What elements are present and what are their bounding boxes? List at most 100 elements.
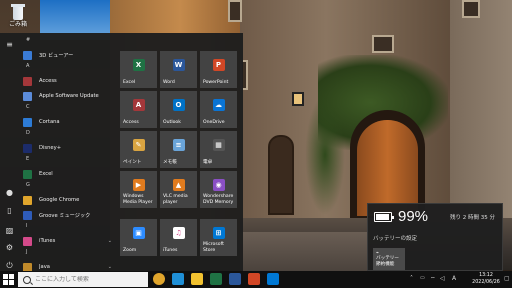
ime-indicator[interactable]: A: [452, 275, 456, 282]
desktop-icon-recycle-bin[interactable]: ごみ箱: [3, 3, 33, 33]
app-list-letter-header[interactable]: A: [26, 63, 29, 69]
app-name: Access: [39, 78, 57, 84]
app-list-letter-header[interactable]: #: [26, 37, 30, 43]
tile-store[interactable]: ⊞ Microsoft Store: [200, 219, 237, 256]
tile-vlc[interactable]: ▲ VLC media player: [160, 171, 197, 208]
word-icon[interactable]: [229, 273, 241, 285]
chevron-up-icon[interactable]: ˄: [410, 275, 413, 282]
wallpaper-vines: [305, 95, 345, 215]
start-menu: ≡ ● ▯ ▨ ⚙ ⏻ #3D ビューアー A Access Apple Software Up…: [0, 33, 243, 271]
start-menu-rail: ≡ ● ▯ ▨ ⚙ ⏻: [0, 33, 19, 271]
tile-calculator[interactable]: ▦ 電卓: [200, 131, 237, 168]
tile-word[interactable]: W Word: [160, 51, 197, 88]
word-icon: W: [172, 59, 185, 71]
settings-icon[interactable]: ⚙: [4, 242, 15, 253]
taskbar-search-box[interactable]: [18, 272, 148, 287]
app-list-item[interactable]: Cortana: [19, 115, 117, 129]
excel-icon[interactable]: [210, 273, 222, 285]
app-icon: [23, 143, 32, 153]
calculator-icon: ▦: [212, 139, 225, 151]
app-list-letter-header[interactable]: D: [26, 130, 30, 136]
app-list-item[interactable]: Groove ミュージック: [19, 208, 117, 222]
app-list-item[interactable]: Apple Software Update: [19, 89, 117, 103]
taskbar-clock[interactable]: 13:12 2022/06/26: [468, 272, 504, 286]
tile-itunes[interactable]: ♫ iTunes: [160, 219, 197, 256]
app-list-letter-header[interactable]: C: [26, 104, 30, 110]
app-list-item[interactable]: iTunes ⌄: [19, 234, 117, 248]
windows-logo-icon-part: [3, 280, 8, 285]
app-icon: [23, 236, 32, 246]
app-list-item[interactable]: Access: [19, 74, 117, 88]
user-icon[interactable]: ●: [4, 187, 15, 198]
tile-paint[interactable]: ✎ ペイント: [120, 131, 157, 168]
onedrive-icon: ☁: [212, 99, 225, 111]
tile-label: ペイント: [123, 159, 142, 165]
clock-date: 2022/06/26: [472, 280, 500, 285]
battery-percent: 99%: [398, 208, 429, 225]
file-explorer-icon[interactable]: [191, 273, 203, 285]
document-icon[interactable]: ▯: [4, 205, 15, 216]
vlc-icon: ▲: [172, 179, 185, 191]
app-list-item[interactable]: Java ⌄: [19, 260, 117, 271]
app-name: iTunes: [39, 238, 56, 244]
store-icon[interactable]: [267, 273, 279, 285]
app-name: Cortana: [39, 119, 60, 125]
notification-icon[interactable]: ▢: [504, 275, 510, 282]
search-icon: [23, 275, 31, 284]
windows-logo-icon-part: [9, 280, 14, 285]
battery-tray-icon[interactable]: ▭: [420, 275, 425, 281]
app-list-letter-header[interactable]: J: [26, 249, 27, 255]
volume-icon[interactable]: ◁: [440, 275, 445, 282]
app-list-item[interactable]: Disney+: [19, 141, 117, 155]
tile-label: Outlook: [163, 119, 181, 125]
tile-label: Word: [163, 79, 175, 85]
tile-powerpoint[interactable]: P PowerPoint: [200, 51, 237, 88]
chrome-icon[interactable]: [153, 273, 165, 285]
app-icon: [23, 91, 32, 101]
taskbar: ˄ ▭ ⌔ ◁ A 13:12 2022/06/26 ▢: [0, 271, 512, 288]
tile-notepad[interactable]: ≡ メモ帳: [160, 131, 197, 168]
tile-label: Excel: [123, 79, 136, 85]
app-list-letter-header[interactable]: I: [26, 223, 27, 229]
app-name: 3D ビューアー: [39, 52, 74, 59]
tile-label: Access: [123, 119, 139, 125]
tile-zoom[interactable]: ▣ Zoom: [120, 219, 157, 256]
edge-icon[interactable]: [172, 273, 184, 285]
app-icon: [23, 195, 32, 205]
tile-label: 電卓: [203, 159, 213, 165]
power-icon[interactable]: ⏻: [4, 260, 15, 271]
chevron-down-icon: ⌄: [107, 264, 112, 270]
tile-outlook[interactable]: O Outlook: [160, 91, 197, 128]
tile-excel[interactable]: X Excel: [120, 51, 157, 88]
tile-media-player[interactable]: ▶ Windows Media Player: [120, 171, 157, 208]
chevron-down-icon: ⌄: [107, 238, 112, 244]
battery-saver-toggle[interactable]: ⌁ バッテリー 節約機能: [373, 248, 405, 270]
powerpoint-icon[interactable]: [248, 273, 260, 285]
app-icon: [23, 262, 32, 271]
app-list-letter-header[interactable]: G: [26, 182, 30, 188]
picture-icon[interactable]: ▨: [4, 225, 15, 236]
app-list-letter-header[interactable]: E: [26, 156, 29, 162]
start-button[interactable]: [3, 274, 14, 285]
search-input[interactable]: [35, 276, 145, 283]
menu-icon[interactable]: ≡: [4, 39, 15, 50]
store-icon: ⊞: [212, 227, 225, 239]
app-icon: [23, 210, 32, 220]
desktop-icon-label: ごみ箱: [8, 21, 27, 28]
tile-onedrive[interactable]: ☁ OneDrive: [200, 91, 237, 128]
app-list-item[interactable]: Google Chrome: [19, 193, 117, 207]
recycle-bin-icon: [10, 3, 26, 21]
tile-dvd-memory[interactable]: ◉ Wondershare DVD Memory: [200, 171, 237, 208]
network-icon[interactable]: ⌔: [430, 275, 436, 283]
tile-area: X Excel W Word P PowerPoint A Access O Outlook ☁ On…: [120, 51, 241, 271]
battery-settings-link[interactable]: バッテリーの設定: [373, 234, 417, 242]
tile-access[interactable]: A Access: [120, 91, 157, 128]
app-icon: [23, 117, 32, 127]
wallpaper-window: [228, 0, 242, 22]
app-list-item[interactable]: Excel: [19, 167, 117, 181]
battery-remaining-time: 残り 2 時間 35 分: [450, 215, 495, 221]
notepad-icon: ≡: [172, 139, 185, 151]
app-list-item[interactable]: 3D ビューアー: [19, 48, 117, 62]
app-name: Disney+: [39, 145, 62, 151]
wallpaper-door: [268, 135, 294, 215]
